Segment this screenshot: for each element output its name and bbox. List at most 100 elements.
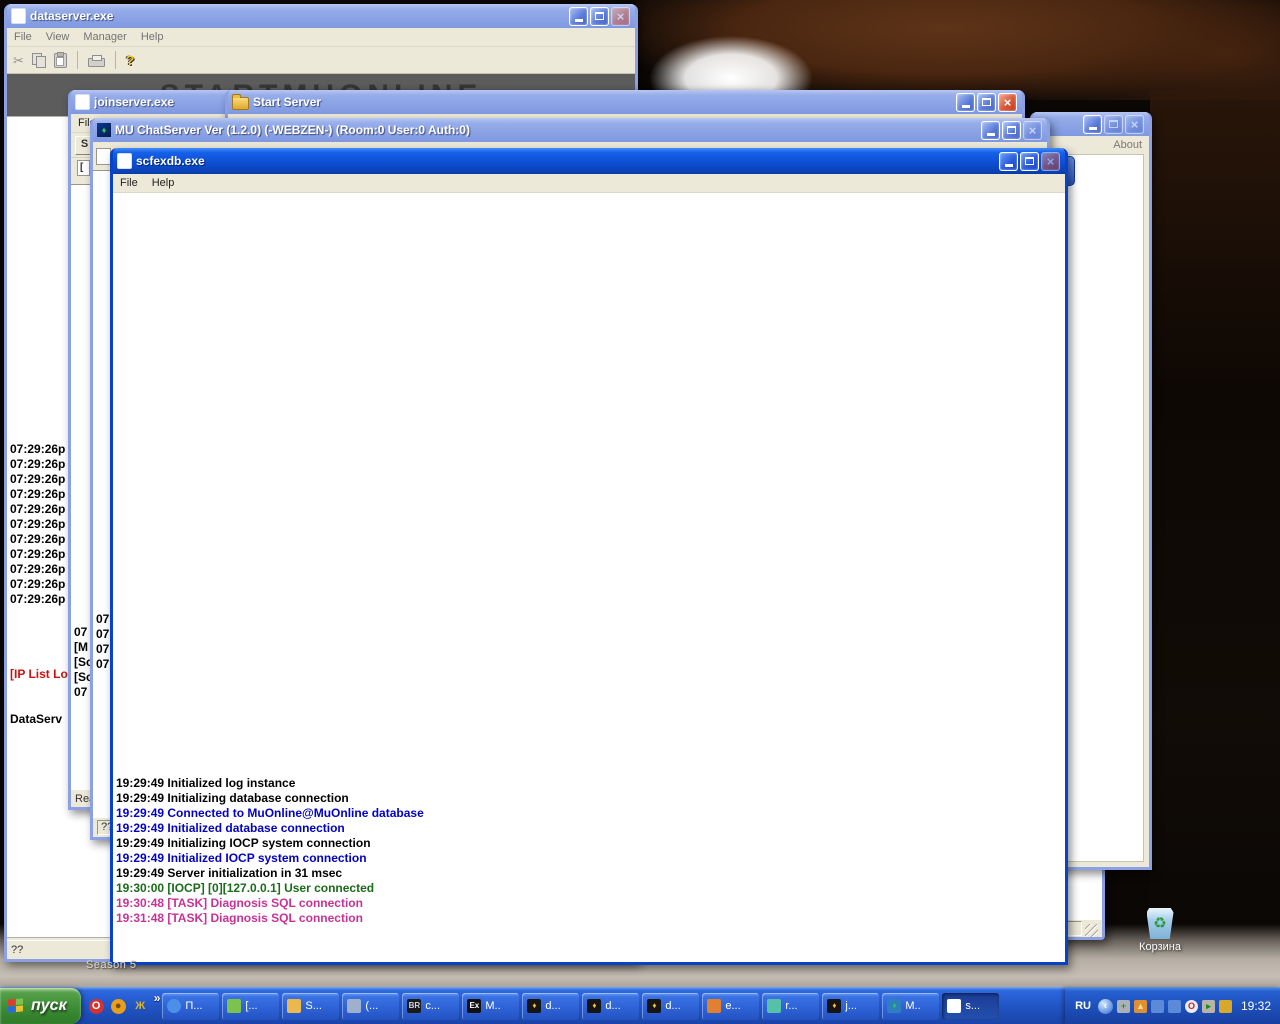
menu-item[interactable]: File bbox=[120, 177, 138, 189]
recycle-bin-label: Корзина bbox=[1139, 941, 1181, 953]
taskbar-button-label: [... bbox=[245, 1000, 258, 1012]
help-icon[interactable]: ? bbox=[126, 53, 135, 67]
taskbar-button-orange[interactable]: e... bbox=[702, 992, 760, 1020]
language-indicator[interactable]: RU bbox=[1075, 1000, 1091, 1012]
dataserver-toolbar: ✂ ? bbox=[7, 47, 635, 74]
start-button-label: пуск bbox=[31, 997, 67, 1014]
log-line: 07:29:26p bbox=[10, 592, 66, 606]
chatserver-sprite-icon: ♦ bbox=[97, 123, 111, 137]
minimize-button[interactable] bbox=[1083, 114, 1102, 134]
log-line: 07:29:26p bbox=[10, 472, 66, 486]
recycle-bin[interactable]: ♻ Корзина bbox=[1128, 908, 1192, 953]
taskbar-button-icon: BR bbox=[407, 999, 422, 1013]
close-button[interactable]: × bbox=[998, 92, 1017, 112]
minimize-button[interactable] bbox=[956, 92, 975, 112]
start-server-titlebar[interactable]: Start Server × bbox=[228, 90, 1022, 114]
tray-database-icon[interactable]: ▸ bbox=[1201, 999, 1215, 1013]
tray-home-icon[interactable]: ▲ bbox=[1133, 999, 1147, 1013]
menu-item[interactable]: File bbox=[14, 31, 32, 43]
taskbar-button-folder[interactable]: S... bbox=[282, 992, 340, 1020]
log-line: 07:29:26p bbox=[10, 457, 66, 471]
menu-item[interactable]: Help bbox=[152, 177, 175, 189]
copy-icon[interactable] bbox=[31, 53, 46, 68]
log-line: 07:29:26p bbox=[10, 517, 66, 531]
resize-grip[interactable] bbox=[1085, 924, 1098, 937]
minimize-button[interactable] bbox=[999, 151, 1018, 171]
tray-chevron-icon[interactable]: ‹ bbox=[1097, 998, 1113, 1014]
log-line: 07:29:26p bbox=[10, 487, 66, 501]
close-button[interactable]: × bbox=[1125, 114, 1144, 134]
wallpaper-dog-fur-top bbox=[636, 0, 1280, 100]
taskbar-button-mu-2[interactable]: ♦ d... bbox=[582, 992, 640, 1020]
close-button[interactable]: × bbox=[611, 6, 630, 26]
taskbar-button-scfexdb[interactable]: s... bbox=[942, 992, 1000, 1020]
tray-keys-icon[interactable] bbox=[1218, 999, 1232, 1013]
taskbar-button-icon: ♦ bbox=[587, 999, 602, 1013]
folder-icon bbox=[232, 94, 249, 110]
taskbar-button-label: d... bbox=[545, 1000, 561, 1012]
chatserver-titlebar[interactable]: ♦ MU ChatServer Ver (1.2.0) (-WEBZEN-) (… bbox=[93, 118, 1047, 142]
tray-trash-icon[interactable]: + bbox=[1116, 999, 1130, 1013]
taskbar-clock[interactable]: 19:32 bbox=[1241, 999, 1271, 1013]
cut-icon[interactable]: ✂ bbox=[13, 54, 24, 67]
desktop: { "desktop": { "season_label": "Season 5… bbox=[0, 0, 1280, 1024]
quick-launch-overflow-chevron[interactable]: » bbox=[154, 988, 161, 1005]
tray-network2-icon[interactable] bbox=[1167, 999, 1181, 1013]
minimize-button[interactable] bbox=[569, 6, 588, 26]
maximize-button[interactable] bbox=[590, 6, 609, 26]
taskbar-button-br[interactable]: BR c... bbox=[402, 992, 460, 1020]
menu-item[interactable]: Help bbox=[141, 31, 164, 43]
taskbar-button-label: (... bbox=[365, 1000, 379, 1012]
log-line: 07:29:26p bbox=[10, 502, 66, 516]
taskbar-button-mu-3[interactable]: ♦ d... bbox=[642, 992, 700, 1020]
close-button[interactable]: × bbox=[1023, 120, 1042, 140]
close-button[interactable]: × bbox=[1041, 151, 1060, 171]
taskbar-button-mu-4[interactable]: ♦ j... bbox=[822, 992, 880, 1020]
shield-orange-icon[interactable]: ● bbox=[110, 998, 126, 1014]
quick-launch: O ● Ж bbox=[81, 998, 156, 1014]
start-button[interactable]: пуск bbox=[0, 988, 81, 1024]
print-icon[interactable] bbox=[87, 55, 105, 67]
windows-flag-icon bbox=[8, 997, 25, 1014]
taskbar-button-chatserver[interactable]: ♦ M.. bbox=[882, 992, 940, 1020]
tray-network-icon[interactable] bbox=[1150, 999, 1164, 1013]
taskbar-button-label: s... bbox=[965, 1000, 981, 1012]
about-window-titlebar[interactable]: × bbox=[1033, 112, 1149, 136]
taskbar-button-icon bbox=[227, 999, 242, 1013]
log-line: 19:29:49 Initializing database connectio… bbox=[116, 791, 349, 805]
scfexdb-titlebar[interactable]: scfexdb.exe × bbox=[113, 148, 1065, 174]
log-line: 19:29:49 Initialized database connection bbox=[116, 821, 345, 835]
taskbar-button-teal[interactable]: r... bbox=[762, 992, 820, 1020]
scfexdb-menubar: File Help bbox=[113, 174, 1065, 193]
taskbar-button-opera-page[interactable]: П... bbox=[162, 992, 220, 1020]
opera-icon[interactable]: O bbox=[88, 998, 104, 1014]
menu-item-about[interactable]: About bbox=[1113, 139, 1142, 151]
paste-icon[interactable] bbox=[53, 51, 67, 68]
taskbar-button-label: d... bbox=[665, 1000, 681, 1012]
taskbar-button-label: П... bbox=[185, 1000, 203, 1012]
taskbar-button-icon bbox=[167, 999, 182, 1013]
system-tray: RU ‹ + ▲ O ▸ 19:32 bbox=[1065, 988, 1280, 1024]
taskbar-button-bracket[interactable]: [... bbox=[222, 992, 280, 1020]
maximize-button[interactable] bbox=[977, 92, 996, 112]
maximize-button[interactable] bbox=[1002, 120, 1021, 140]
window-title: scfexdb.exe bbox=[136, 154, 205, 168]
window-title: MU ChatServer Ver (1.2.0) (-WEBZEN-) (Ro… bbox=[115, 123, 470, 137]
tray-opera-icon[interactable]: O bbox=[1184, 999, 1198, 1013]
menu-item[interactable]: Manager bbox=[83, 31, 126, 43]
recycle-bin-icon[interactable]: ♻ bbox=[1146, 908, 1174, 939]
taskbar-button-paren[interactable]: (... bbox=[342, 992, 400, 1020]
log-line: 19:31:48 [TASK] Diagnosis SQL connection bbox=[116, 911, 363, 925]
document-fragment-icon: [ bbox=[77, 160, 90, 176]
dataserver-log-lines: 07:29:26p 07:29:26p 07:29:26p 07:29:26p 07:2… bbox=[10, 412, 68, 637]
minimize-button[interactable] bbox=[981, 120, 1000, 140]
menu-item[interactable]: View bbox=[46, 31, 70, 43]
taskbar: пуск O ● Ж » П... [... S... (... BR c... E… bbox=[0, 988, 1280, 1024]
msn-butterfly-icon[interactable]: Ж bbox=[133, 999, 148, 1014]
taskbar-button-label: S... bbox=[305, 1000, 322, 1012]
maximize-button[interactable] bbox=[1020, 151, 1039, 171]
taskbar-button-mu-1[interactable]: ♦ d... bbox=[522, 992, 580, 1020]
taskbar-button-ex[interactable]: Ex M.. bbox=[462, 992, 520, 1020]
dataserver-titlebar[interactable]: dataserver.exe × bbox=[7, 4, 635, 28]
maximize-button[interactable] bbox=[1104, 114, 1123, 134]
